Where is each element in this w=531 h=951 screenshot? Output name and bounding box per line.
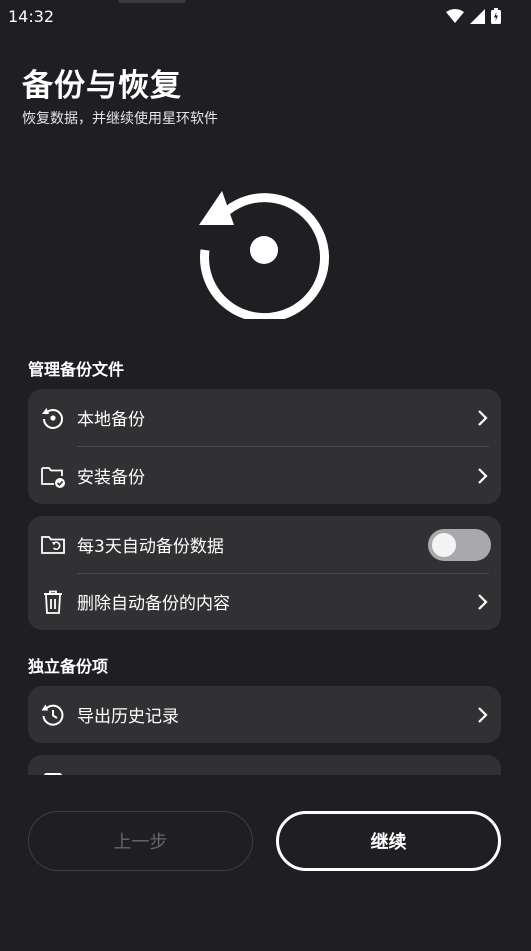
- export-history-item[interactable]: 导出历史记录: [28, 686, 501, 743]
- manage-backups-card: 本地备份 安装备份: [28, 389, 501, 504]
- page-title: 备份与恢复: [22, 68, 182, 104]
- trash-icon: [44, 590, 62, 614]
- chevron-right-icon: [478, 410, 488, 426]
- battery-icon: [491, 8, 501, 24]
- auto-backup-item[interactable]: 每3天自动备份数据: [28, 516, 501, 573]
- section-title-independent: 独立备份项: [28, 657, 109, 676]
- local-backup-icon: [42, 408, 63, 429]
- page-subtitle: 恢复数据，并继续使用星环软件: [22, 111, 218, 127]
- continue-button[interactable]: 继续: [276, 811, 501, 871]
- export-history-label: 导出历史记录: [77, 707, 179, 727]
- status-bar: 14:32: [0, 0, 531, 34]
- local-backup-item[interactable]: 本地备份: [28, 389, 501, 446]
- install-backup-label: 安装备份: [77, 468, 145, 488]
- wifi-icon: [446, 9, 464, 23]
- status-icons: [446, 8, 501, 24]
- install-backup-item[interactable]: 安装备份: [28, 447, 501, 504]
- restore-icon: [199, 191, 329, 319]
- auto-backup-label: 每3天自动备份数据: [77, 537, 224, 557]
- toggle-knob: [432, 533, 456, 557]
- chevron-right-icon: [478, 468, 488, 484]
- signal-icon: [470, 8, 485, 24]
- install-backup-folder-icon: [41, 467, 65, 488]
- status-time: 14:32: [8, 7, 55, 26]
- camera-notch: [118, 0, 186, 3]
- backup-restore-screen: 14:32 备份与恢复 恢复数据，并继续使用星环软件 管理备份文件 本地备份 安…: [0, 0, 531, 951]
- delete-auto-backup-item[interactable]: 删除自动备份的内容: [28, 573, 501, 630]
- auto-backup-card: 每3天自动备份数据 删除自动备份的内容: [28, 516, 501, 630]
- local-backup-label: 本地备份: [77, 410, 145, 430]
- chevron-right-icon: [478, 707, 488, 723]
- auto-backup-folder-icon: [41, 536, 65, 554]
- history-icon: [41, 704, 64, 726]
- chevron-right-icon: [478, 594, 488, 610]
- previous-button[interactable]: 上一步: [28, 811, 253, 871]
- delete-auto-backup-label: 删除自动备份的内容: [77, 594, 230, 614]
- section-title-manage: 管理备份文件: [28, 360, 125, 379]
- auto-backup-toggle[interactable]: [428, 529, 491, 561]
- independent-backup-card: 导出历史记录: [28, 686, 501, 743]
